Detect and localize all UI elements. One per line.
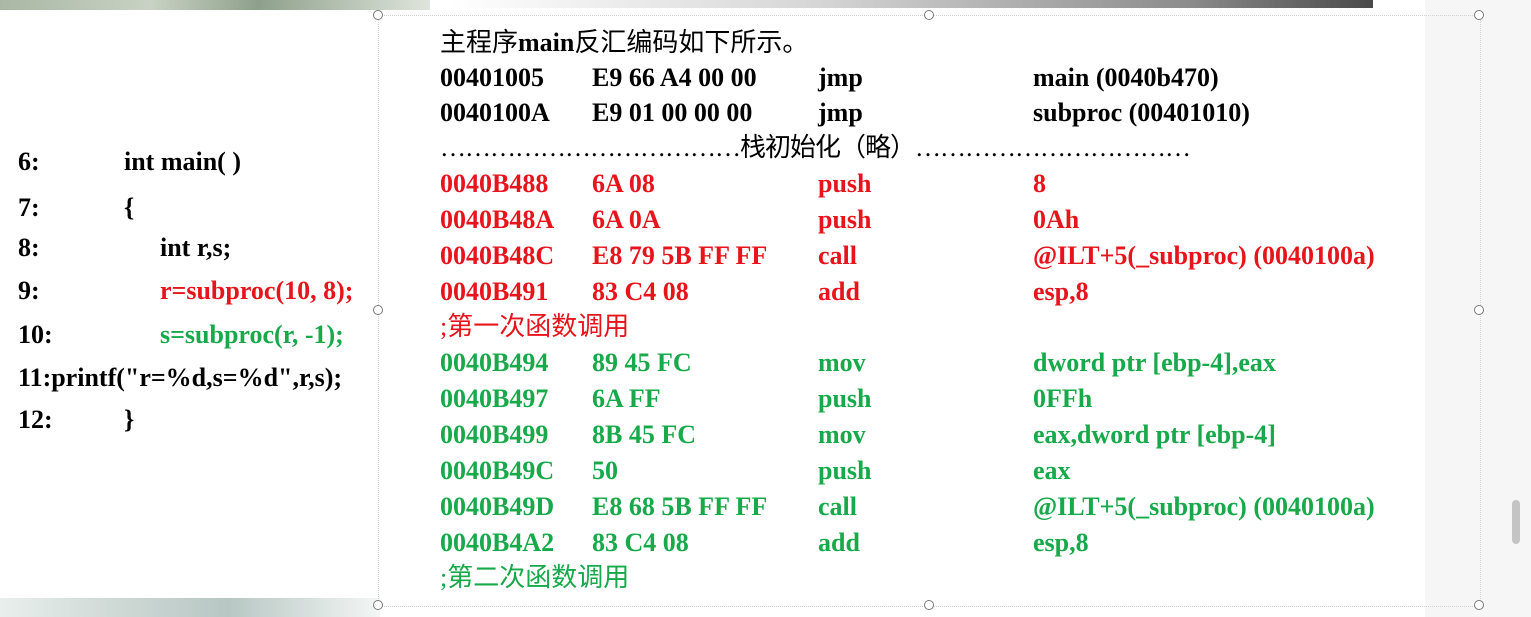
asm-bytes: 83 C4 08	[592, 277, 689, 306]
asm-address: 0040B494	[440, 348, 549, 377]
asm-bytes: 6A 08	[592, 169, 655, 198]
asm-operand: @ILT+5(_subproc) (0040100a)	[1033, 492, 1375, 521]
asm-address: 00401005	[440, 63, 544, 92]
resize-handle-middle-right[interactable]	[1474, 305, 1484, 315]
resize-handle-top-center[interactable]	[924, 10, 934, 20]
source-line-number: 8:	[18, 233, 40, 262]
asm-address: 0040B49C	[440, 456, 555, 485]
heading-main: main	[518, 28, 575, 57]
resize-handle-bottom-right[interactable]	[1474, 600, 1484, 610]
resize-handle-bottom-left[interactable]	[373, 600, 383, 610]
source-line-code: {	[124, 193, 135, 222]
asm-operand: main (0040b470)	[1033, 63, 1219, 92]
heading-prefix: 主程序	[440, 28, 519, 57]
asm-bytes: E9 66 A4 00 00	[592, 63, 757, 92]
asm-operand: dword ptr [ebp-4],eax	[1033, 348, 1276, 377]
asm-operand: @ILT+5(_subproc) (0040100a)	[1033, 241, 1375, 270]
asm-operand: 8	[1033, 169, 1046, 198]
asm-bytes: 8B 45 FC	[592, 420, 696, 449]
source-line-number: 10:	[18, 320, 53, 349]
asm-bytes: 6A FF	[592, 384, 661, 413]
asm-opcode: push	[818, 205, 872, 234]
asm-bytes: E8 68 5B FF FF	[592, 492, 768, 521]
asm-address: 0040100A	[440, 98, 550, 127]
asm-opcode: push	[818, 384, 872, 413]
asm-address: 0040B48C	[440, 241, 555, 270]
asm-bytes: 50	[592, 456, 618, 485]
stack-init-separator: ………………………………栈初始化（略）……………………………	[440, 133, 1191, 162]
resize-handle-top-left[interactable]	[373, 10, 383, 20]
asm-bytes: E8 79 5B FF FF	[592, 241, 768, 270]
asm-address: 0040B497	[440, 384, 549, 413]
slide-top-bar	[448, 0, 1373, 8]
source-line-code: }	[124, 405, 135, 434]
background-photo-strip-top	[0, 0, 430, 10]
asm-operand: eax,dword ptr [ebp-4]	[1033, 420, 1276, 449]
asm-address: 0040B49D	[440, 492, 555, 521]
asm-opcode: jmp	[818, 63, 863, 92]
vertical-scrollbar-thumb[interactable]	[1512, 500, 1520, 544]
resize-handle-top-right[interactable]	[1474, 10, 1484, 20]
resize-handle-bottom-center[interactable]	[924, 600, 934, 610]
asm-opcode: jmp	[818, 98, 863, 127]
asm-opcode: push	[818, 456, 872, 485]
asm-operand: 0FFh	[1033, 384, 1093, 413]
source-line-number: 7:	[18, 193, 40, 222]
asm-address: 0040B488	[440, 169, 549, 198]
asm-opcode: mov	[818, 348, 866, 377]
source-line-number: 9:	[18, 276, 40, 305]
asm-opcode: call	[818, 241, 857, 270]
background-photo-strip-bottom	[0, 598, 380, 617]
asm-bytes: 89 45 FC	[592, 348, 692, 377]
asm-address: 0040B4A2	[440, 528, 555, 557]
source-line-full: 11:printf("r=%d,s=%d",r,s);	[18, 363, 343, 392]
asm-bytes: 6A 0A	[592, 205, 661, 234]
asm-operand: esp,8	[1033, 528, 1089, 557]
asm-operand: esp,8	[1033, 277, 1089, 306]
first-call-comment: ;第一次函数调用	[440, 312, 630, 341]
resize-handle-middle-left[interactable]	[373, 305, 383, 315]
second-call-comment: ;第二次函数调用	[440, 563, 630, 592]
heading-suffix: 反汇编码如下所示。	[574, 28, 809, 57]
asm-opcode: call	[818, 492, 857, 521]
source-line-code: int main( )	[124, 147, 241, 176]
asm-opcode: add	[818, 528, 860, 557]
asm-address: 0040B499	[440, 420, 549, 449]
asm-opcode: add	[818, 277, 860, 306]
asm-bytes: E9 01 00 00 00	[592, 98, 753, 127]
disassembly-heading: 主程序main反汇编码如下所示。	[440, 28, 808, 58]
asm-address: 0040B491	[440, 277, 549, 306]
asm-bytes: 83 C4 08	[592, 528, 689, 557]
asm-operand: 0Ah	[1033, 205, 1080, 234]
asm-operand: subproc (00401010)	[1033, 98, 1250, 127]
source-line-code-second-call: s=subproc(r, -1);	[160, 320, 344, 349]
source-line-code: int r,s;	[160, 233, 232, 262]
source-line-code-first-call: r=subproc(10, 8);	[160, 276, 354, 305]
asm-address: 0040B48A	[440, 205, 555, 234]
source-line-number: 6:	[18, 147, 40, 176]
asm-operand: eax	[1033, 456, 1071, 485]
source-line-number: 12:	[18, 405, 53, 434]
asm-opcode: push	[818, 169, 872, 198]
asm-opcode: mov	[818, 420, 866, 449]
